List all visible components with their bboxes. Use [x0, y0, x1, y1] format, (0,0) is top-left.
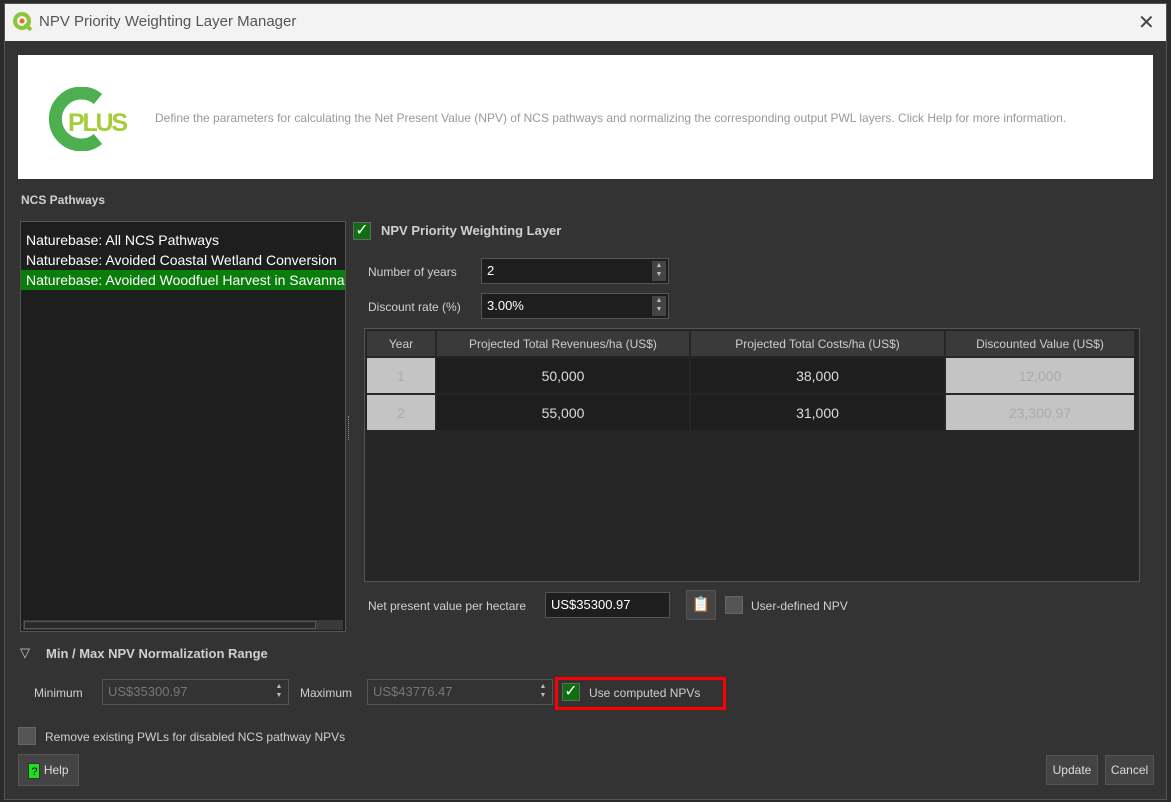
discount-rate-value: 3.00% [487, 298, 524, 313]
revenue-cell[interactable]: 50,000 [437, 358, 689, 393]
use-computed-npvs-checkbox[interactable]: ✓ [562, 683, 580, 701]
years-value: 2 [487, 263, 495, 278]
remove-pwls-checkbox[interactable] [18, 727, 36, 745]
qgis-logo-icon [13, 12, 33, 32]
copy-icon: 📋 [691, 596, 711, 613]
npv-label: Net present value per hectare [368, 599, 527, 613]
discounted-cell: 23,300.97 [946, 395, 1134, 430]
spin-arrows-icon[interactable]: ▲ ▼ [272, 682, 286, 702]
ncs-pathways-label: NCS Pathways [21, 193, 106, 207]
table-row: 2 55,000 31,000 23,300.97 [367, 395, 1134, 430]
pathway-item[interactable]: Naturebase: Avoided Coastal Wetland Conv… [21, 250, 345, 270]
discounted-cell: 12,000 [946, 358, 1134, 393]
horizontal-scrollbar[interactable] [23, 620, 343, 630]
collapse-triangle-icon[interactable]: ▽ [20, 645, 30, 661]
maximum-value: US$43776.47 [373, 684, 453, 699]
update-button[interactable]: Update [1046, 755, 1098, 785]
svg-text:PLUS: PLUS [68, 109, 128, 137]
title-bar: NPV Priority Weighting Layer Manager ✕ [5, 4, 1166, 41]
window-title: NPV Priority Weighting Layer Manager [39, 13, 297, 30]
col-header-costs[interactable]: Projected Total Costs/ha (US$) [691, 331, 944, 356]
spin-arrows-icon[interactable]: ▲ ▼ [652, 261, 666, 281]
cancel-button[interactable]: Cancel [1105, 755, 1154, 785]
minimum-label: Minimum [34, 686, 83, 700]
maximum-label: Maximum [300, 686, 353, 700]
spin-arrows-icon[interactable]: ▲ ▼ [652, 296, 666, 316]
dialog-window: NPV Priority Weighting Layer Manager ✕ P… [4, 3, 1167, 800]
help-icon: ? [28, 762, 41, 779]
pathway-item-selected[interactable]: Naturebase: Avoided Woodfuel Harvest in … [21, 270, 345, 290]
discount-rate-label: Discount rate (%) [368, 300, 461, 314]
help-label: Help [43, 763, 69, 777]
header-banner: PLUS Define the parameters for calculati… [18, 55, 1153, 179]
npv-enabled-checkbox[interactable]: ✓ [353, 222, 371, 240]
npv-layer-label: NPV Priority Weighting Layer [381, 223, 562, 238]
maximum-spinbox[interactable]: US$43776.47 ▲ ▼ [367, 679, 553, 705]
user-defined-npv-label: User-defined NPV [751, 599, 848, 613]
help-button[interactable]: ? Help [18, 754, 79, 786]
user-defined-npv-checkbox[interactable] [725, 596, 743, 614]
years-spinbox[interactable]: 2 ▲ ▼ [481, 258, 669, 284]
cost-cell[interactable]: 38,000 [691, 358, 944, 393]
npv-value-field[interactable]: US$35300.97 [545, 592, 670, 618]
minimum-value: US$35300.97 [108, 684, 188, 699]
col-header-year[interactable]: Year [367, 331, 435, 356]
years-label: Number of years [368, 265, 457, 279]
normalization-heading[interactable]: Min / Max NPV Normalization Range [46, 646, 268, 661]
copy-npv-button[interactable]: 📋 [686, 590, 716, 620]
npv-table[interactable]: Year Projected Total Revenues/ha (US$) P… [364, 328, 1140, 582]
col-header-revenues[interactable]: Projected Total Revenues/ha (US$) [437, 331, 689, 356]
minimum-spinbox[interactable]: US$35300.97 ▲ ▼ [102, 679, 289, 705]
spin-arrows-icon[interactable]: ▲ ▼ [536, 682, 550, 702]
table-row: 1 50,000 38,000 12,000 [367, 358, 1134, 393]
year-cell: 2 [367, 395, 435, 430]
use-computed-npvs-label: Use computed NPVs [589, 686, 701, 700]
col-header-discounted[interactable]: Discounted Value (US$) [946, 331, 1134, 356]
discount-rate-spinbox[interactable]: 3.00% ▲ ▼ [481, 293, 669, 319]
year-cell: 1 [367, 358, 435, 393]
cost-cell[interactable]: 31,000 [691, 395, 944, 430]
remove-pwls-label: Remove existing PWLs for disabled NCS pa… [45, 730, 346, 744]
cplus-logo: PLUS [48, 87, 128, 151]
revenue-cell[interactable]: 55,000 [437, 395, 689, 430]
pathway-list[interactable]: Naturebase: All NCS Pathways Naturebase:… [20, 221, 346, 632]
banner-description: Define the parameters for calculating th… [155, 111, 1067, 125]
pathway-item[interactable]: Naturebase: All NCS Pathways [21, 230, 345, 250]
splitter-handle[interactable] [348, 416, 352, 440]
close-icon[interactable]: ✕ [1138, 10, 1155, 35]
